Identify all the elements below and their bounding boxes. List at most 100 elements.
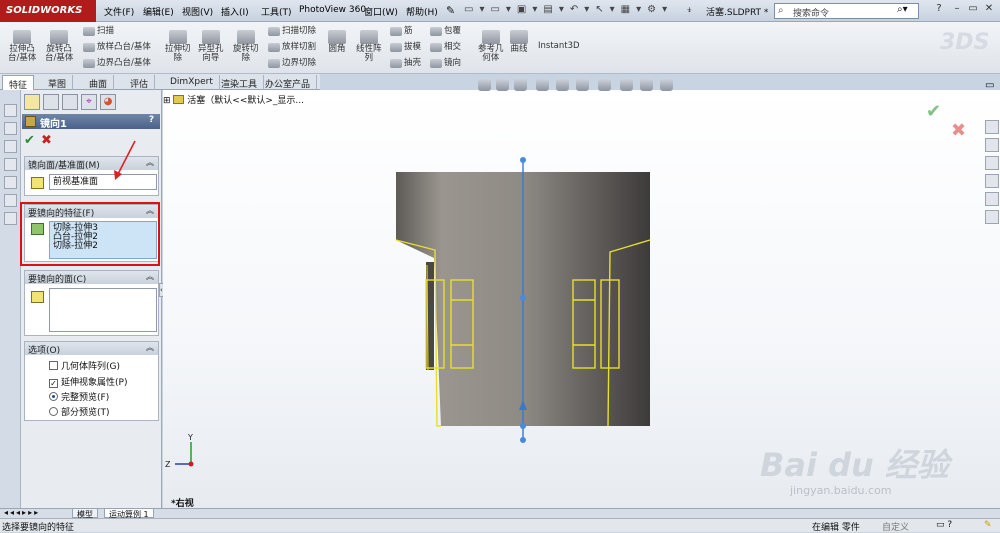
boundary-boss-button[interactable]: 边界凸台/基体: [83, 59, 151, 68]
intersect-icon: [430, 43, 442, 52]
tab-surfaces[interactable]: 曲面: [83, 75, 115, 90]
menu-view[interactable]: 视图(V): [182, 0, 213, 22]
swept-cut-button[interactable]: 扫描切除: [268, 27, 316, 36]
display-manager-icon[interactable]: ◕: [100, 94, 116, 110]
faces-to-mirror-group: 要镜向的面(C) ︽: [24, 270, 159, 336]
radio-dot: [49, 407, 58, 416]
minimize-button[interactable]: –: [950, 3, 964, 17]
quick-access-toolbar[interactable]: ▭▾▭▾▣▾▤▾↶▾↖▾▦▾⚙▾: [464, 4, 667, 18]
wrap-button[interactable]: 包覆: [430, 27, 461, 36]
rebuild-status-icon[interactable]: ✎: [984, 520, 992, 530]
ds-logo-watermark: 3DS: [940, 30, 990, 55]
intersect-button[interactable]: 相交: [430, 43, 461, 52]
pm-title: 镜向1: [40, 119, 67, 130]
annotation-arrow: [114, 140, 136, 180]
options-header[interactable]: 选项(O) ︽: [25, 342, 158, 356]
pm-title-bar: 镜向1 ?: [22, 114, 160, 130]
tab-evaluate[interactable]: 评估: [124, 75, 156, 90]
strip-icon-7[interactable]: [4, 212, 17, 225]
cancel-button[interactable]: ✖: [41, 133, 52, 148]
propagate-visual-checkbox[interactable]: ✓ 延伸视象属性(P): [49, 375, 127, 388]
feature-manager-icon[interactable]: [24, 94, 40, 110]
boundary-cut-button[interactable]: 边界切除: [268, 59, 316, 68]
strip-icon-3[interactable]: [4, 140, 17, 153]
tab-office-products[interactable]: 办公室产品: [259, 75, 318, 90]
strip-icon-5[interactable]: [4, 176, 17, 189]
tab-features[interactable]: 特征: [2, 75, 35, 91]
tab-model[interactable]: 模型: [72, 508, 98, 519]
status-custom[interactable]: 自定义: [882, 520, 909, 533]
collapse-chevron-icon[interactable]: ︽: [146, 271, 154, 282]
strip-icon-2[interactable]: [4, 122, 17, 135]
loft-icon: [83, 43, 95, 52]
draft-button[interactable]: 拔模: [390, 43, 421, 52]
reference-geometry-icon: [481, 30, 500, 44]
dimxpert-manager-icon[interactable]: ⌖: [81, 94, 97, 110]
mirror-button[interactable]: 镜向: [430, 59, 461, 68]
tab-scroll-arrows[interactable]: ◂◂◂▸▸▸: [4, 508, 40, 517]
reference-geometry-button[interactable]: 参考几 何体: [478, 30, 504, 63]
curves-button[interactable]: 曲线: [510, 30, 528, 54]
tab-render-tools[interactable]: 渲染工具: [215, 75, 265, 90]
help-button[interactable]: ?: [146, 115, 157, 126]
linear-pattern-icon: [359, 30, 378, 44]
rib-button[interactable]: 筋: [390, 27, 413, 36]
close-button[interactable]: ✕: [982, 3, 996, 17]
tab-motion-study[interactable]: 运动算例 1: [104, 508, 154, 519]
loft-boss-button[interactable]: 放样凸台/基体: [83, 43, 151, 52]
collapse-chevron-icon[interactable]: ︽: [146, 157, 154, 168]
svg-text:Y: Y: [187, 433, 193, 442]
full-preview-radio[interactable]: 完整预览(F): [49, 390, 109, 403]
ok-button[interactable]: ✔: [24, 133, 35, 148]
restore-button[interactable]: ▭: [966, 3, 980, 17]
curves-icon: [510, 30, 528, 44]
revolve-cut-button[interactable]: 旋转切 除: [233, 30, 259, 63]
instant3d-button[interactable]: Instant3D: [538, 42, 580, 51]
search-icon: ⌕: [778, 5, 784, 16]
extrude-cut-icon: [168, 30, 187, 44]
strip-icon-6[interactable]: [4, 194, 17, 207]
search-dropdown-icon[interactable]: ⌕▾: [897, 4, 908, 15]
rebuild-icon[interactable]: ⍖: [686, 3, 693, 17]
menu-edit[interactable]: 编辑(E): [143, 0, 174, 22]
status-icons[interactable]: ▭ ?: [936, 520, 952, 530]
pin-icon[interactable]: ✎: [446, 4, 455, 17]
tab-dimxpert[interactable]: DimXpert: [164, 75, 220, 90]
tab-sketch[interactable]: 草图: [42, 75, 74, 90]
document-title: 活塞.SLDPRT *: [706, 8, 769, 18]
fillet-button[interactable]: 圆角: [328, 30, 346, 54]
shell-button[interactable]: 抽壳: [390, 59, 421, 68]
baidu-watermark: Bai du 经验: [760, 446, 949, 484]
menu-window[interactable]: 窗口(W): [364, 0, 398, 22]
geometry-pattern-checkbox[interactable]: 几何体阵列(G): [49, 359, 120, 372]
partial-preview-radio[interactable]: 部分预览(T): [49, 405, 110, 418]
lofted-cut-button[interactable]: 放样切割: [268, 43, 316, 52]
menu-help[interactable]: 帮助(H): [406, 0, 438, 22]
strip-icon-1[interactable]: [4, 104, 17, 117]
menu-photoview[interactable]: PhotoView 360: [299, 0, 366, 22]
lofted-cut-icon: [268, 43, 280, 52]
collapse-chevron-icon[interactable]: ︽: [146, 342, 154, 353]
faces-header[interactable]: 要镜向的面(C) ︽: [25, 271, 158, 285]
menu-file[interactable]: 文件(F): [104, 0, 134, 22]
draft-icon: [390, 43, 402, 52]
linear-pattern-button[interactable]: 线性阵 列: [356, 30, 382, 63]
revolve-boss-icon: [50, 30, 69, 44]
help-icon[interactable]: ?: [932, 3, 946, 17]
faces-list[interactable]: [49, 288, 157, 332]
command-manager: 拉伸凸 台/基体 旋转凸 台/基体 扫描 放样凸台/基体 边界凸台/基体 拉伸切…: [0, 22, 1000, 74]
hole-wizard-button[interactable]: 异型孔 向导: [198, 30, 224, 63]
extrude-cut-button[interactable]: 拉伸切 除: [165, 30, 191, 63]
property-manager-icon[interactable]: [43, 94, 59, 110]
configuration-manager-icon[interactable]: [62, 94, 78, 110]
sweep-button[interactable]: 扫描: [83, 27, 114, 36]
face-icon: [31, 291, 44, 303]
extrude-boss-button[interactable]: 拉伸凸 台/基体: [8, 30, 36, 63]
status-editing: 在编辑 零件: [812, 523, 860, 533]
menu-tools[interactable]: 工具(T): [261, 0, 292, 22]
search-placeholder: 搜索命令: [793, 9, 830, 19]
menu-insert[interactable]: 插入(I): [221, 0, 249, 22]
fillet-icon: [328, 30, 346, 44]
revolve-boss-button[interactable]: 旋转凸 台/基体: [45, 30, 73, 63]
strip-icon-4[interactable]: [4, 158, 17, 171]
